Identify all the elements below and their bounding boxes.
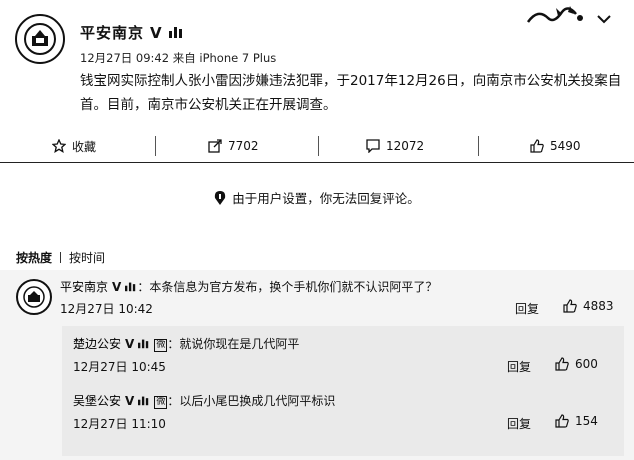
comment-reply-button[interactable]: 回复: [515, 300, 539, 317]
thumbs-up-icon: [563, 299, 577, 313]
comment-like-button[interactable]: 4883: [563, 299, 614, 313]
comment-button[interactable]: 12072: [366, 130, 424, 162]
decoration-icon: [526, 6, 583, 23]
notice-text: 由于用户设置，你无法回复评论。: [232, 191, 420, 206]
comment-user[interactable]: 平安南京: [60, 280, 108, 294]
thumbs-up-icon: [530, 139, 544, 153]
sort-by-hot[interactable]: 按热度: [16, 251, 52, 265]
weibo-badge: 微: [154, 396, 168, 409]
info-icon: [215, 191, 226, 205]
comment-line: 平安南京 V ：本条信息为官方发布，换个手机你们就不认识阿平了？: [60, 278, 437, 295]
reply-line: 吴堡公安 V 微：以后小尾巴换成几代阿平标识: [73, 392, 335, 409]
favorite-label: 收藏: [72, 139, 97, 154]
weibo-badge: 微: [154, 339, 168, 352]
reply-text: ：以后小尾巴换成几代阿平标识: [167, 394, 336, 408]
reply-disabled-notice: 由于用户设置，你无法回复评论。: [0, 188, 634, 207]
reply-like-count: 600: [575, 357, 598, 371]
comment-text: ：本条信息为官方发布，换个手机你们就不认识阿平了？: [137, 280, 438, 294]
comment-time: 12月27日 10:42: [60, 302, 153, 316]
reply-text: ：就说你现在是几代阿平: [167, 337, 300, 351]
comment-count: 12072: [386, 139, 425, 153]
member-icon: [138, 396, 149, 406]
repost-icon: [208, 139, 222, 153]
member-icon: [168, 27, 182, 38]
sort-by-time[interactable]: 按时间: [69, 251, 105, 265]
police-emblem-icon: [23, 286, 45, 308]
verified-badge: V: [125, 337, 135, 351]
repost-button[interactable]: 7702: [208, 130, 259, 162]
repost-count: 7702: [228, 139, 259, 153]
comment-like-count: 4883: [583, 299, 614, 313]
reply-reply-button[interactable]: 回复: [507, 415, 531, 432]
poster-name-text[interactable]: 平安南京: [80, 24, 144, 42]
poster-name[interactable]: 平安南京 V: [80, 22, 184, 43]
reply-like-button[interactable]: 600: [555, 357, 598, 371]
reply-user[interactable]: 楚边公安: [73, 337, 121, 351]
thumbs-up-icon: [555, 357, 569, 371]
reply-time: 12月27日 10:45: [73, 360, 166, 374]
thumbs-up-icon: [555, 414, 569, 428]
police-emblem-icon: [24, 23, 56, 55]
verified-badge: V: [125, 394, 135, 408]
post-body: 钱宝网实际控制人张小雷因涉嫌违法犯罪，于2017年12月26日，向南京市公安机关…: [80, 73, 622, 113]
reply-user[interactable]: 吴堡公安: [73, 394, 121, 408]
verified-badge: V: [112, 280, 122, 294]
reply-time: 12月27日 11:10: [73, 417, 166, 431]
chevron-down-icon[interactable]: [597, 14, 611, 24]
reply-reply-button[interactable]: 回复: [507, 358, 531, 375]
favorite-button[interactable]: 收藏: [52, 130, 96, 162]
verified-badge: V: [150, 24, 163, 42]
commenter-avatar[interactable]: [16, 279, 52, 315]
reply-line: 楚边公安 V 微：就说你现在是几代阿平: [73, 335, 299, 352]
post-meta: 12月27日 09:42 来自 iPhone 7 Plus: [80, 51, 277, 65]
member-icon: [125, 282, 136, 292]
action-bar: 收藏 7702 12072 5490: [0, 130, 634, 163]
comment-sort-bar: 按热度 按时间: [16, 249, 105, 266]
star-icon: [52, 139, 66, 153]
reply-like-count: 154: [575, 414, 598, 428]
reply-like-button[interactable]: 154: [555, 414, 598, 428]
member-icon: [138, 339, 149, 349]
poster-avatar[interactable]: [15, 14, 65, 64]
like-count: 5490: [550, 139, 581, 153]
like-button[interactable]: 5490: [530, 130, 581, 162]
comment-icon: [366, 139, 380, 153]
